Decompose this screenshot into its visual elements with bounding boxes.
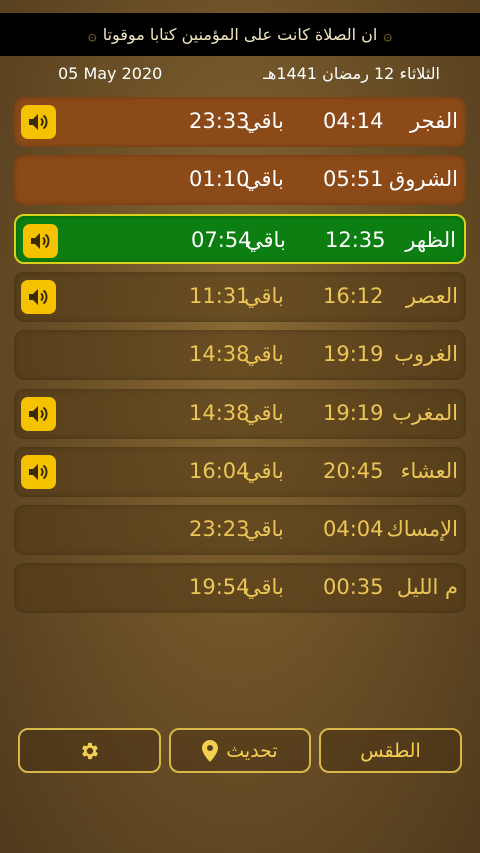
speaker-icon [28,462,50,482]
remaining-label: باقي [244,458,284,483]
date-bar: 05 May 2020 الثلاثاء 12 رمضان 1441هـ [0,60,480,88]
remaining-label: باقي [246,227,286,252]
remaining-time: 16:04 [189,458,250,483]
remaining-time: 07:54 [191,227,252,252]
prayer-row[interactable]: الإمساك 04:04 باقي 23:23 [14,505,466,556]
prayer-row[interactable]: الشروق 05:51 باقي 01:10 [14,155,466,206]
prayer-name: الفجر [410,109,458,133]
prayer-time: 00:35 [323,575,384,600]
remaining-time: 14:38 [189,400,250,425]
prayer-name: الإمساك [386,517,458,542]
remaining-time: 14:38 [189,342,250,367]
settings-button[interactable] [18,728,161,773]
remaining-label: باقي [244,342,284,367]
remaining-time: 19:54 [189,575,250,600]
prayer-time: 19:19 [323,400,384,425]
prayer-name: العشاء [400,458,458,483]
prayer-row[interactable]: الغروب 19:19 باقي 14:38 [14,330,466,381]
speaker-icon [28,112,50,132]
gear-icon [81,742,98,759]
prayer-name: الظهر [405,227,456,252]
prayer-time: 19:19 [323,342,384,367]
prayer-time: 16:12 [323,283,384,308]
adhan-sound-toggle[interactable] [21,279,56,314]
banner-text: ان الصلاة كانت على المؤمنين كتابا موقوتا [102,25,378,44]
update-location-button[interactable]: تحديث [169,728,311,773]
prayer-row[interactable]: الظهر 12:35 باقي 07:54 [14,213,466,264]
prayer-name: العصر [405,283,458,308]
weather-button[interactable]: الطقس [319,728,462,773]
remaining-label: باقي [244,283,284,308]
remaining-label: باقي [244,400,284,425]
update-label: تحديث [226,739,278,762]
location-pin-icon [202,739,219,762]
adhan-sound-toggle[interactable] [23,223,58,258]
prayer-row[interactable]: الفجر 04:14 باقي 23:33 [14,97,466,147]
prayer-name: م الليل [396,575,458,600]
remaining-label: باقي [244,517,284,542]
ornament-icon: ۞ [383,25,393,44]
remaining-time: 11:31 [189,283,250,308]
weather-label: الطقس [360,739,421,762]
ornament-icon: ۞ [87,25,97,44]
adhan-sound-toggle[interactable] [21,105,56,139]
prayer-time: 04:14 [323,109,384,133]
prayer-time: 05:51 [323,167,384,192]
prayer-time: 12:35 [325,227,386,252]
prayer-row[interactable]: العشاء 20:45 باقي 16:04 [14,446,466,497]
remaining-time: 23:23 [189,517,250,542]
adhan-sound-toggle[interactable] [21,454,56,489]
prayer-name: الشروق [389,167,458,192]
prayer-row[interactable]: المغرب 19:19 باقي 14:38 [14,388,466,439]
remaining-label: باقي [244,109,284,133]
prayer-name: الغروب [394,342,458,367]
remaining-label: باقي [244,575,284,600]
prayer-row[interactable]: العصر 16:12 باقي 11:31 [14,271,466,322]
verse-banner: ۞ ان الصلاة كانت على المؤمنين كتابا موقو… [0,13,480,56]
gregorian-date: 05 May 2020 [58,64,163,83]
adhan-sound-toggle[interactable] [21,396,56,431]
prayer-row[interactable]: م الليل 00:35 باقي 19:54 [14,563,466,614]
speaker-icon [30,231,52,251]
remaining-time: 23:33 [189,109,250,133]
prayer-name: المغرب [392,400,458,425]
prayer-time: 20:45 [323,458,384,483]
hijri-date: الثلاثاء 12 رمضان 1441هـ [263,64,440,83]
speaker-icon [28,287,50,307]
remaining-time: 01:10 [189,167,250,192]
speaker-icon [28,404,50,424]
remaining-label: باقي [244,167,284,192]
prayer-time: 04:04 [323,517,384,542]
